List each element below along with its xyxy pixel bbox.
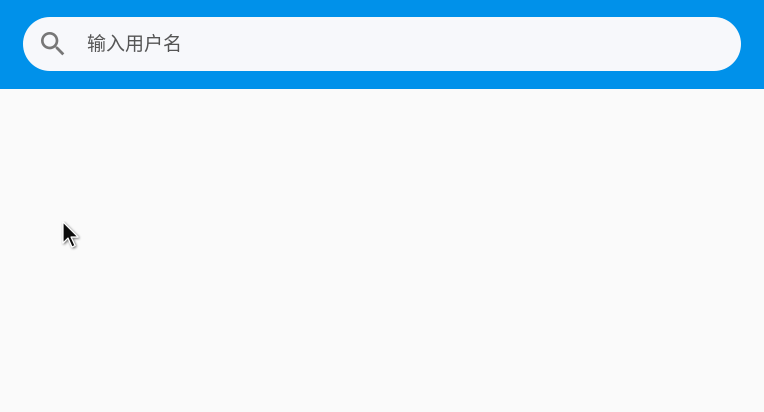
- content-area: [0, 89, 764, 412]
- username-search-input[interactable]: [87, 17, 717, 71]
- app-window: [0, 0, 764, 412]
- search-icon: [41, 32, 65, 56]
- search-box[interactable]: [23, 17, 741, 71]
- app-bar: [0, 0, 764, 89]
